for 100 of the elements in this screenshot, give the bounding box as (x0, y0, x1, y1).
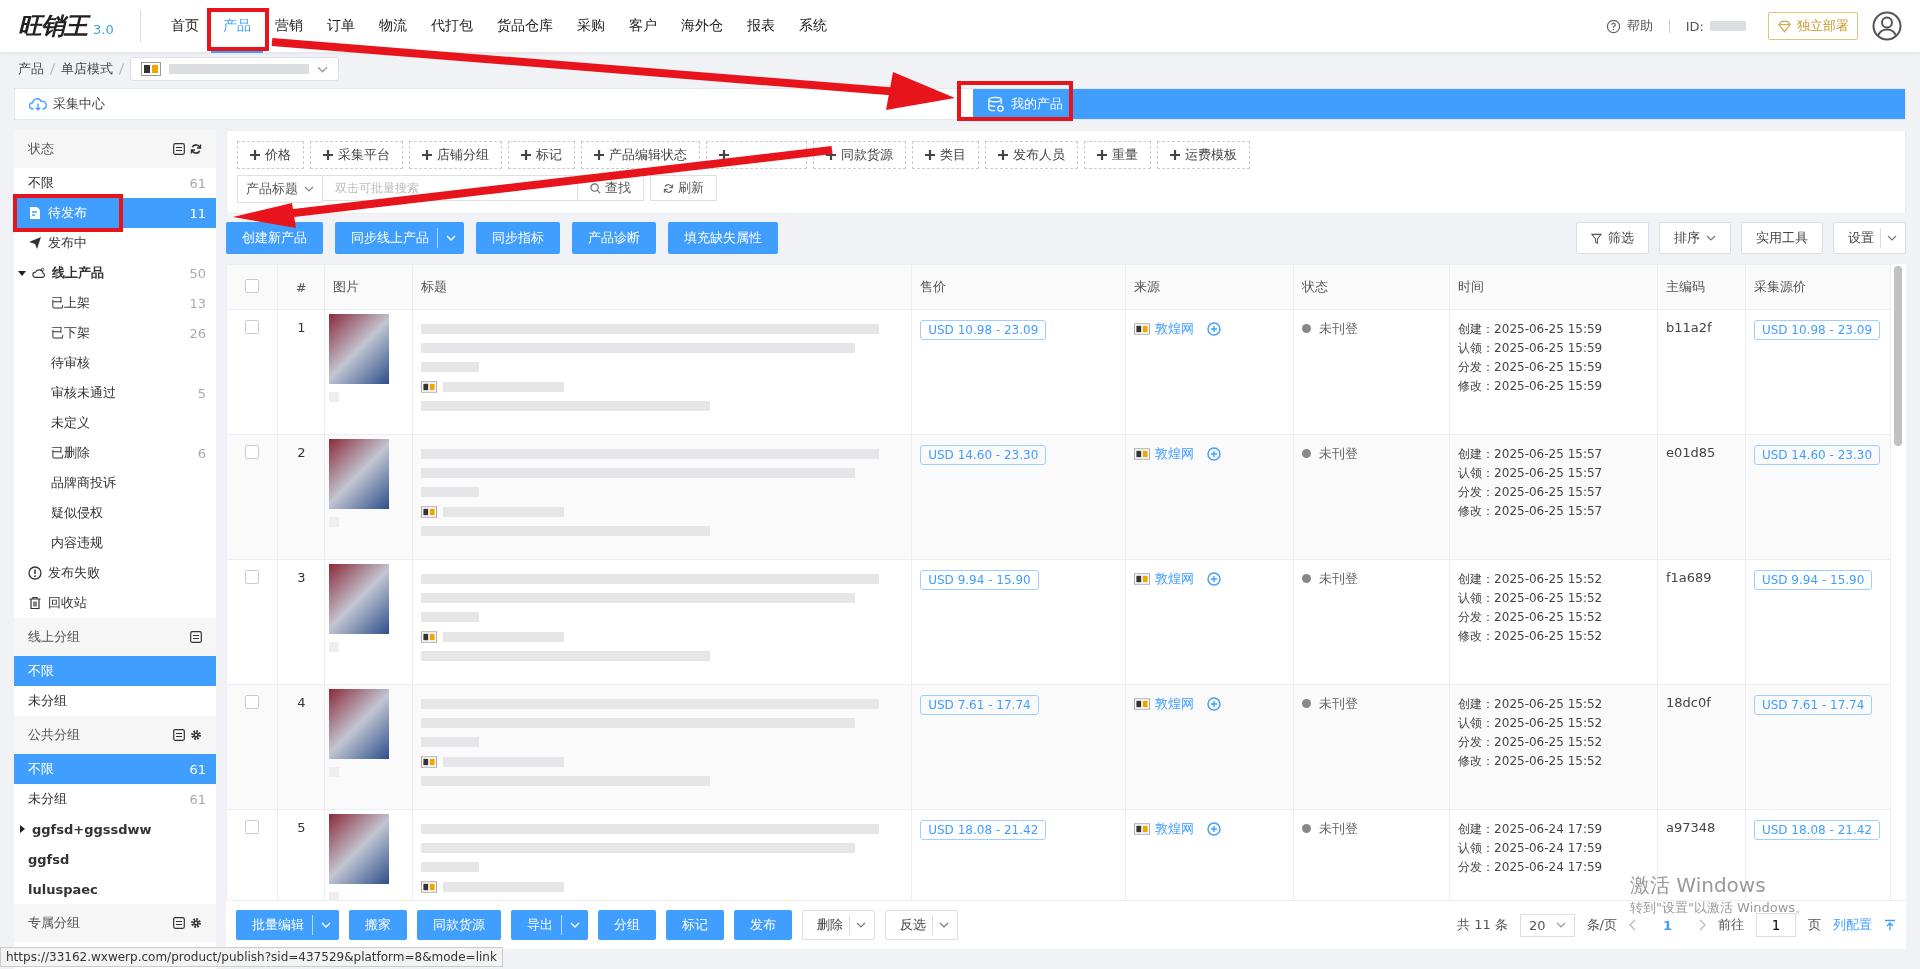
batch-button[interactable]: 反选 (885, 910, 958, 940)
status-item[interactable]: 发布中 (14, 228, 216, 258)
page-size-select[interactable]: 20 (1520, 913, 1575, 937)
status-item[interactable]: 线上产品 50 (14, 258, 216, 288)
photo-placeholder (329, 689, 390, 759)
filter-chip[interactable]: 同款货源 (813, 141, 906, 169)
time-text: 分发：2025-06-24 17:59 (1458, 859, 1603, 876)
filter-chip[interactable]: 店铺分组 (409, 141, 502, 169)
breadcrumb-item[interactable]: 产品 (18, 60, 44, 78)
nav-tab[interactable]: 订单 (314, 0, 367, 53)
nav-tab[interactable]: 营销 (262, 0, 315, 53)
photo-placeholder (329, 439, 390, 509)
batch-button[interactable]: 删除 (802, 910, 875, 940)
collapse-icon[interactable] (173, 917, 185, 929)
plus-circle-icon[interactable] (1206, 572, 1221, 586)
nav-tab[interactable]: 代打包 (418, 0, 485, 53)
filter-chip[interactable]: 重量 (1084, 141, 1151, 169)
time-text: 修改：2025-06-25 15:57 (1458, 503, 1603, 520)
row-checkbox[interactable] (245, 570, 260, 584)
refresh-icon[interactable] (190, 143, 202, 155)
status-dot (1301, 699, 1311, 708)
status-item[interactable]: 内容违规 (14, 528, 216, 558)
time-text: 创建：2025-06-25 15:52 (1458, 571, 1603, 588)
avatar-icon[interactable] (1872, 11, 1902, 41)
page-input[interactable]: 1 (1756, 913, 1796, 937)
plus-circle-icon[interactable] (1206, 322, 1221, 336)
filter-chip[interactable]: 产品编辑状态 (581, 141, 700, 169)
collapse-icon[interactable] (173, 143, 185, 155)
row-checkbox[interactable] (245, 445, 260, 459)
column-header: 采集源价 (1745, 264, 1891, 310)
status-item[interactable]: 已删除 6 (14, 438, 216, 468)
status-item[interactable]: 审核未通过 5 (14, 378, 216, 408)
row-checkbox[interactable] (245, 320, 260, 334)
chevron-down-icon[interactable] (856, 922, 866, 928)
group-item[interactable]: 未分组 (14, 686, 216, 716)
nav-tab[interactable]: 货品仓库 (484, 0, 565, 53)
price-tag: USD 7.61 - 17.74 (1753, 695, 1873, 715)
chevron-right-icon[interactable] (1698, 919, 1706, 931)
group-item[interactable]: ggfsd+ggssdww (14, 814, 216, 844)
filter-chip[interactable]: 发布人员 (985, 141, 1078, 169)
select-all-checkbox[interactable] (245, 278, 260, 293)
nav-tab[interactable]: 客户 (616, 0, 669, 53)
nav-tab[interactable]: 物流 (366, 0, 419, 53)
page-tab[interactable]: 采集中心 (15, 89, 973, 119)
status-item[interactable]: 回收站 (14, 588, 216, 618)
column-header: 时间 (1449, 264, 1658, 310)
filter-chip[interactable]: 价格 (237, 141, 304, 169)
help-icon[interactable] (1605, 18, 1621, 34)
blurred-text (421, 362, 479, 372)
scrollbar[interactable] (1894, 266, 1902, 446)
nav-tab[interactable]: 采购 (564, 0, 617, 53)
status-item[interactable]: 未定义 (14, 408, 216, 438)
plus-circle-icon[interactable] (1206, 447, 1221, 461)
settings-button[interactable]: 设置 (1833, 222, 1906, 254)
chevron-left-icon[interactable] (1628, 919, 1637, 931)
chevron-down-icon[interactable] (939, 922, 949, 928)
column-header: # (277, 264, 325, 310)
help-link[interactable]: 帮助 (1626, 17, 1653, 35)
settings-icon[interactable] (190, 729, 202, 741)
search-field-select[interactable]: 产品标题 (237, 175, 323, 203)
nav-tab[interactable]: 海外仓 (668, 0, 735, 53)
nav-tab[interactable]: 首页 (158, 0, 211, 53)
collapse-icon[interactable] (190, 631, 202, 643)
caret-icon[interactable] (18, 825, 26, 833)
status-item[interactable]: 发布失败 (14, 558, 216, 588)
row-checkbox[interactable] (245, 820, 260, 834)
nav-tab[interactable]: 报表 (734, 0, 787, 53)
status-item[interactable]: 疑似侵权 (14, 498, 216, 528)
filter-button[interactable]: 筛选 (1576, 222, 1649, 254)
group-item[interactable]: 未分组 61 (14, 784, 216, 814)
tools-button[interactable]: 实用工具 (1741, 222, 1823, 254)
group-item[interactable]: ggfsd (14, 844, 216, 874)
store-select[interactable] (130, 57, 339, 81)
back-to-top-icon[interactable] (1884, 919, 1896, 931)
filter-chip[interactable]: 类目 (912, 141, 979, 169)
collapse-icon[interactable] (173, 729, 185, 741)
filter-chip[interactable]: 采集平台 (310, 141, 403, 169)
status-item[interactable]: 已下架 26 (14, 318, 216, 348)
breadcrumb-item[interactable]: 单店模式 (61, 60, 113, 78)
sort-dropdown[interactable]: 排序 (1659, 222, 1731, 254)
cloud-download-icon (29, 96, 47, 112)
refresh-button[interactable]: 刷新 (650, 175, 717, 201)
group-item[interactable]: luluspaec (14, 874, 216, 904)
chevron-down-icon[interactable] (1887, 235, 1897, 241)
status-item[interactable]: 品牌商投诉 (14, 468, 216, 498)
filter-chip[interactable]: 运费模板 (1157, 141, 1250, 169)
row-checkbox[interactable] (245, 695, 260, 709)
caret-icon[interactable] (18, 269, 26, 277)
status-item[interactable]: 待审核 (14, 348, 216, 378)
plus-circle-icon[interactable] (1206, 822, 1221, 836)
settings-icon[interactable] (190, 917, 202, 929)
nav-tab[interactable]: 系统 (786, 0, 839, 53)
blurred-text (421, 612, 479, 622)
status-text: 未刊登 (1318, 821, 1358, 836)
status-item[interactable]: 已上架 13 (14, 288, 216, 318)
filter-chip[interactable]: 标记 (508, 141, 575, 169)
status-item[interactable]: 不限 61 (14, 168, 216, 198)
plus-circle-icon[interactable] (1206, 697, 1221, 711)
time-text: 创建：2025-06-25 15:52 (1458, 696, 1603, 713)
status-dot (1301, 449, 1311, 458)
